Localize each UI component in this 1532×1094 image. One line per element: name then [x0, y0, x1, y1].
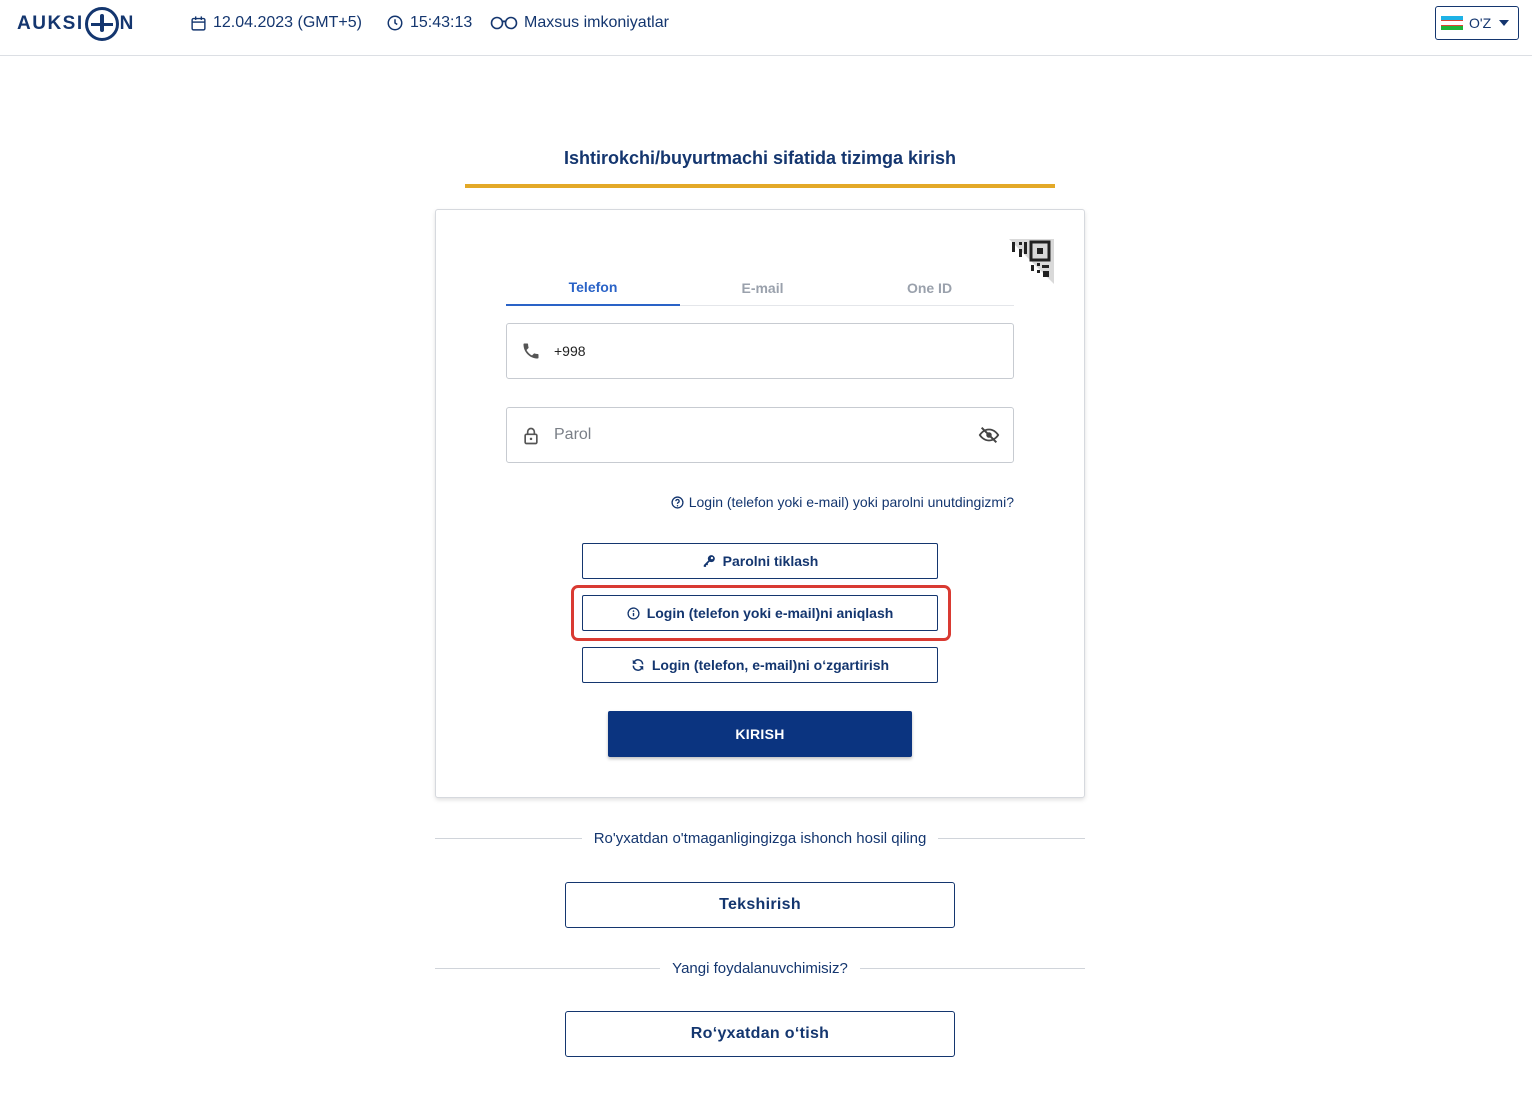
forgot-link-text: Login (telefon yoki e-mail) yoki parolni…	[688, 494, 1014, 510]
phone-prefix: +998	[554, 343, 586, 359]
accessibility-link[interactable]: Maxsus imkoniyatlar	[490, 12, 669, 34]
auksion-logo[interactable]: AUKSI N	[17, 6, 135, 42]
register-divider: Yangi foydalanuvchimisiz?	[435, 958, 1085, 978]
submit-login-button[interactable]: KIRISH	[608, 711, 912, 757]
accessibility-text: Maxsus imkoniyatlar	[524, 14, 669, 31]
uzbekistan-flag-icon	[1441, 15, 1463, 31]
divider-line	[859, 967, 1085, 969]
password-field	[506, 407, 1014, 463]
change-login-label: Login (telefon, e-mail)ni o‘zgartirish	[651, 657, 890, 673]
info-icon	[627, 606, 640, 620]
check-divider-text: Ro'yxatdan o'tmaganligingizga ishonch ho…	[593, 829, 927, 847]
date-display: 12.04.2023 (GMT+5)	[190, 12, 362, 34]
phone-field[interactable]: +998	[506, 323, 1014, 379]
lock-icon	[524, 427, 538, 445]
identify-login-button[interactable]: Login (telefon yoki e-mail)ni aniqlash	[582, 595, 938, 631]
refresh-icon	[632, 659, 644, 671]
title-underline	[465, 184, 1055, 188]
language-select[interactable]: O'Z	[1435, 6, 1519, 40]
time-text: 15:43:13	[410, 14, 473, 31]
phone-icon	[523, 343, 539, 359]
tab-one-id[interactable]: One ID	[845, 270, 1014, 306]
logo-text-left: AUKSI	[17, 13, 84, 34]
top-bar: AUKSI N 12.04.2023 (GMT+5) 15:43:13 Maxs…	[0, 0, 1532, 56]
tab-telefon[interactable]: Telefon	[506, 270, 680, 306]
change-login-button[interactable]: Login (telefon, e-mail)ni o‘zgartirish	[582, 647, 938, 683]
restore-password-button[interactable]: Parolni tiklash	[582, 543, 938, 579]
time-display: 15:43:13	[386, 12, 472, 34]
divider-line	[435, 967, 661, 969]
register-button[interactable]: Ro‘yxatdan o‘tish	[565, 1011, 955, 1057]
check-divider: Ro'yxatdan o'tmaganligingizga ishonch ho…	[435, 828, 1086, 848]
key-icon	[703, 555, 715, 567]
divider-line	[938, 837, 1086, 839]
login-method-tabs: Telefon E-mail One ID	[506, 270, 1014, 306]
divider-line	[435, 837, 582, 839]
language-label: O'Z	[1469, 15, 1492, 31]
chevron-down-icon	[1499, 20, 1510, 26]
logo-text-right: N	[119, 13, 135, 34]
check-button[interactable]: Tekshirish	[565, 882, 955, 928]
date-text: 12.04.2023 (GMT+5)	[213, 14, 362, 31]
tab-email[interactable]: E-mail	[680, 270, 845, 306]
register-divider-text: Yangi foydalanuvchimisiz?	[672, 959, 848, 977]
forgot-credentials-link[interactable]: Login (telefon yoki e-mail) yoki parolni…	[643, 492, 1014, 512]
restore-password-label: Parolni tiklash	[722, 553, 819, 569]
eye-off-icon[interactable]	[977, 424, 1001, 446]
identify-login-label: Login (telefon yoki e-mail)ni aniqlash	[646, 605, 894, 621]
page-title: Ishtirokchi/buyurtmachi sifatida tizimga…	[563, 148, 957, 168]
glasses-icon	[490, 16, 518, 30]
help-circle-icon	[671, 495, 684, 509]
qr-code-icon[interactable]	[1009, 239, 1054, 284]
clock-icon	[387, 15, 403, 31]
password-input[interactable]	[554, 408, 954, 462]
globe-icon	[84, 7, 119, 41]
calendar-icon	[191, 15, 206, 31]
